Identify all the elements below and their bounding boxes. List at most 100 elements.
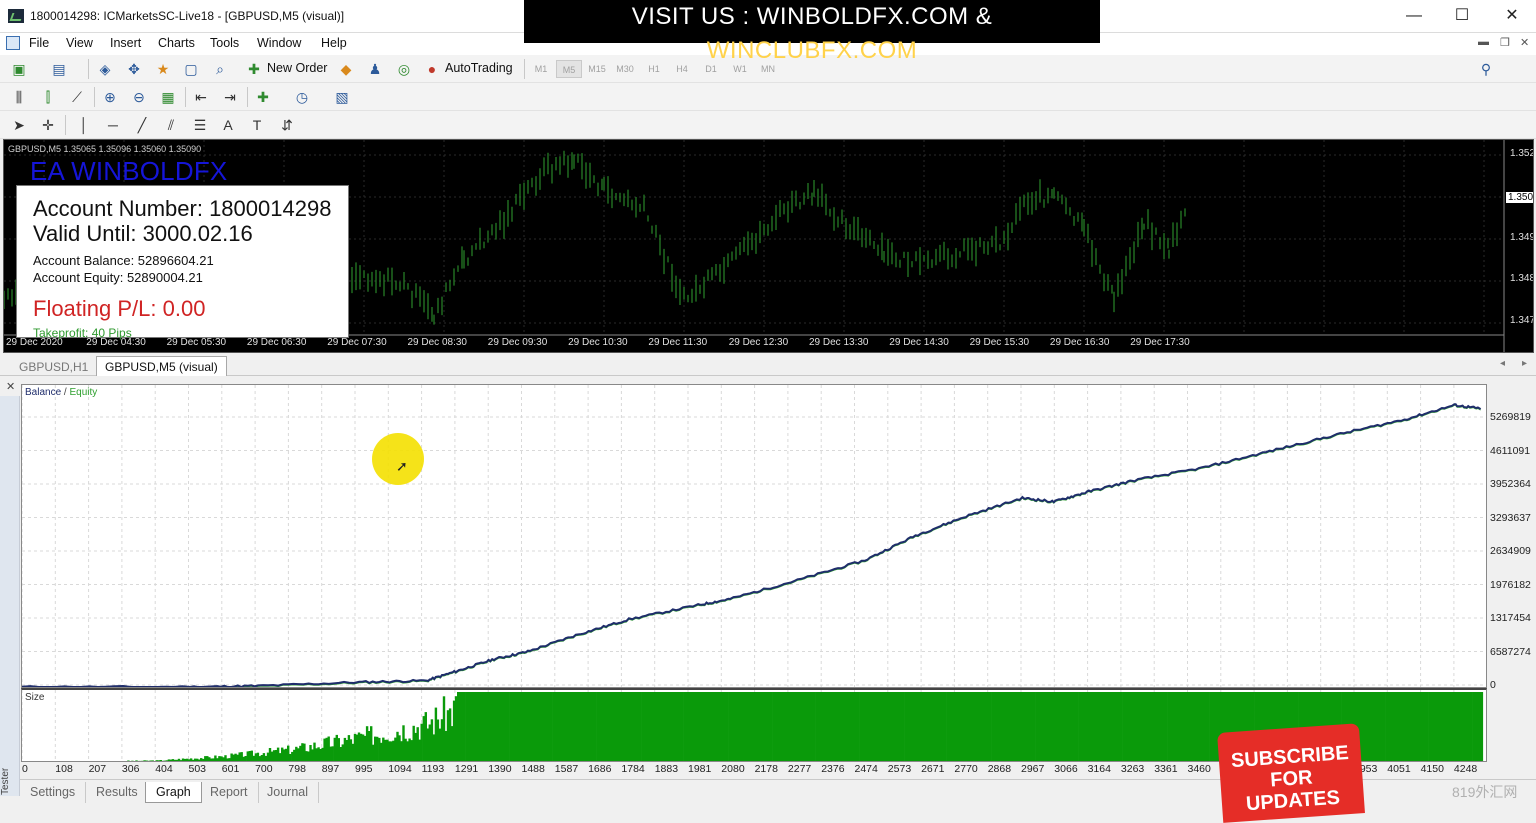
size-bar	[157, 760, 160, 761]
size-bar	[402, 725, 405, 761]
new-order-button[interactable]: New Order	[267, 61, 327, 75]
crosshair-icon[interactable]: ✛	[37, 115, 59, 135]
timeframe-m1[interactable]: M1	[528, 60, 554, 78]
fibonacci-icon[interactable]: ☰	[189, 115, 211, 135]
size-bar	[944, 692, 947, 761]
price-chart[interactable]: GBPUSD,M5 1.35065 1.35096 1.35060 1.3509…	[3, 139, 1534, 353]
tile-windows-icon[interactable]: ▦	[157, 87, 179, 107]
x-tick-label: 2277	[787, 763, 812, 775]
size-bar	[131, 760, 134, 761]
size-bar	[1365, 692, 1368, 761]
market-icon[interactable]: ◎	[393, 59, 415, 79]
time-tick-label: 29 Dec 12:30	[728, 337, 789, 348]
menu-tools[interactable]: Tools	[210, 36, 239, 50]
cursor-icon[interactable]: ➤	[8, 115, 30, 135]
timeframe-h1[interactable]: H1	[641, 60, 667, 78]
window-title: 1800014298: ICMarketsSC-Live18 - [GBPUSD…	[30, 9, 345, 23]
tester-close-icon[interactable]: ✕	[6, 380, 15, 393]
candlesticks-icon[interactable]: ⫿	[37, 87, 59, 107]
tab-settings[interactable]: Settings	[20, 782, 87, 803]
text-label-icon[interactable]: T	[246, 115, 268, 135]
signals-icon[interactable]: ♟	[364, 59, 386, 79]
horizontal-line-icon[interactable]: ─	[102, 115, 124, 135]
size-bar	[139, 760, 142, 761]
timeframe-m15[interactable]: M15	[584, 60, 610, 78]
x-tick-label: 503	[188, 763, 207, 775]
navigator-icon[interactable]: ★	[152, 59, 174, 79]
strategy-tester-icon[interactable]: ⌕	[209, 59, 231, 79]
new-chart-icon[interactable]: ▣	[8, 59, 30, 79]
size-bar	[639, 692, 642, 761]
y-tick-label: 4611091	[1490, 444, 1531, 457]
size-bar	[1015, 692, 1018, 761]
mdi-close-icon[interactable]: ✕	[1520, 36, 1529, 49]
size-bar	[147, 760, 150, 761]
new-order-icon[interactable]: ✚	[243, 59, 265, 79]
document-icon[interactable]	[6, 36, 20, 50]
mdi-restore-icon[interactable]: ❐	[1500, 36, 1510, 49]
mdi-minimize-icon[interactable]: ▬	[1478, 36, 1489, 48]
search-icon[interactable]: ⚲	[1475, 59, 1497, 79]
periods-icon[interactable]: ◷	[291, 87, 313, 107]
size-bar	[226, 758, 229, 761]
menu-file[interactable]: File	[29, 36, 49, 50]
time-tick-label: 29 Dec 08:30	[407, 337, 468, 348]
chart-shift-icon[interactable]: ⇥	[219, 87, 241, 107]
size-bar	[394, 737, 397, 761]
trendline-icon[interactable]: ╱	[131, 115, 153, 135]
zoom-in-icon[interactable]: ⊕	[99, 87, 121, 107]
timeframe-m30[interactable]: M30	[612, 60, 638, 78]
toolbar-separator	[65, 115, 66, 135]
size-bar	[420, 723, 423, 761]
menu-help[interactable]: Help	[321, 36, 347, 50]
tabs-scroll-left-icon[interactable]: ◂	[1500, 358, 1505, 369]
data-window-icon[interactable]: ✥	[123, 59, 145, 79]
indicators-icon[interactable]: ✚	[252, 87, 274, 107]
equidistant-channel-icon[interactable]: ⫽	[160, 115, 182, 135]
autotrading-icon[interactable]: ●	[421, 59, 443, 79]
text-icon[interactable]: A	[217, 115, 239, 135]
size-bar	[918, 692, 921, 761]
terminal-icon[interactable]: ▢	[180, 59, 202, 79]
tab-report[interactable]: Report	[200, 782, 259, 803]
size-bar	[289, 754, 292, 761]
x-tick-label: 2868	[987, 763, 1012, 775]
timeframe-h4[interactable]: H4	[669, 60, 695, 78]
arrows-icon[interactable]: ⇵	[276, 115, 298, 135]
autoscroll-icon[interactable]: ⇤	[190, 87, 212, 107]
tab-results[interactable]: Results	[86, 782, 149, 803]
market-watch-icon[interactable]: ◈	[94, 59, 116, 79]
tab-graph[interactable]: Graph	[145, 782, 202, 803]
minimize-button[interactable]: —	[1394, 4, 1434, 28]
menu-view[interactable]: View	[66, 36, 93, 50]
tab-gbpusd-h1[interactable]: GBPUSD,H1	[10, 356, 97, 376]
metaeditor-icon[interactable]: ◆	[335, 59, 357, 79]
line-chart-icon[interactable]: ⟋	[66, 87, 88, 107]
templates-icon[interactable]: ▧	[331, 87, 353, 107]
size-bar	[129, 761, 131, 762]
size-bar	[628, 692, 632, 761]
x-tick-label: 2573	[887, 763, 912, 775]
vertical-line-icon[interactable]: │	[73, 115, 95, 135]
autotrading-button[interactable]: AutoTrading	[445, 61, 513, 75]
size-bar	[594, 692, 597, 761]
profiles-icon[interactable]: ▤	[48, 59, 70, 79]
menu-window[interactable]: Window	[257, 36, 301, 50]
bar-chart-icon[interactable]: ⫼	[8, 87, 30, 107]
x-tick-label: 2376	[821, 763, 845, 775]
size-bar	[297, 748, 300, 761]
subscribe-badge[interactable]: SUBSCRIBE FOR UPDATES	[1217, 723, 1365, 823]
timeframe-m5[interactable]: M5	[556, 60, 582, 78]
zoom-out-icon[interactable]: ⊖	[128, 87, 150, 107]
tabs-scroll-right-icon[interactable]: ▸	[1522, 358, 1527, 369]
maximize-button[interactable]: ☐	[1442, 4, 1482, 28]
size-bar	[691, 692, 694, 761]
tab-gbpusd-m5-visual[interactable]: GBPUSD,M5 (visual)	[96, 356, 227, 376]
menu-insert[interactable]: Insert	[110, 36, 141, 50]
tab-journal[interactable]: Journal	[257, 782, 319, 803]
size-bar	[1191, 692, 1194, 761]
size-bar	[612, 692, 616, 761]
size-label: Size	[25, 692, 45, 703]
menu-charts[interactable]: Charts	[158, 36, 195, 50]
close-button[interactable]: ✕	[1492, 4, 1532, 28]
